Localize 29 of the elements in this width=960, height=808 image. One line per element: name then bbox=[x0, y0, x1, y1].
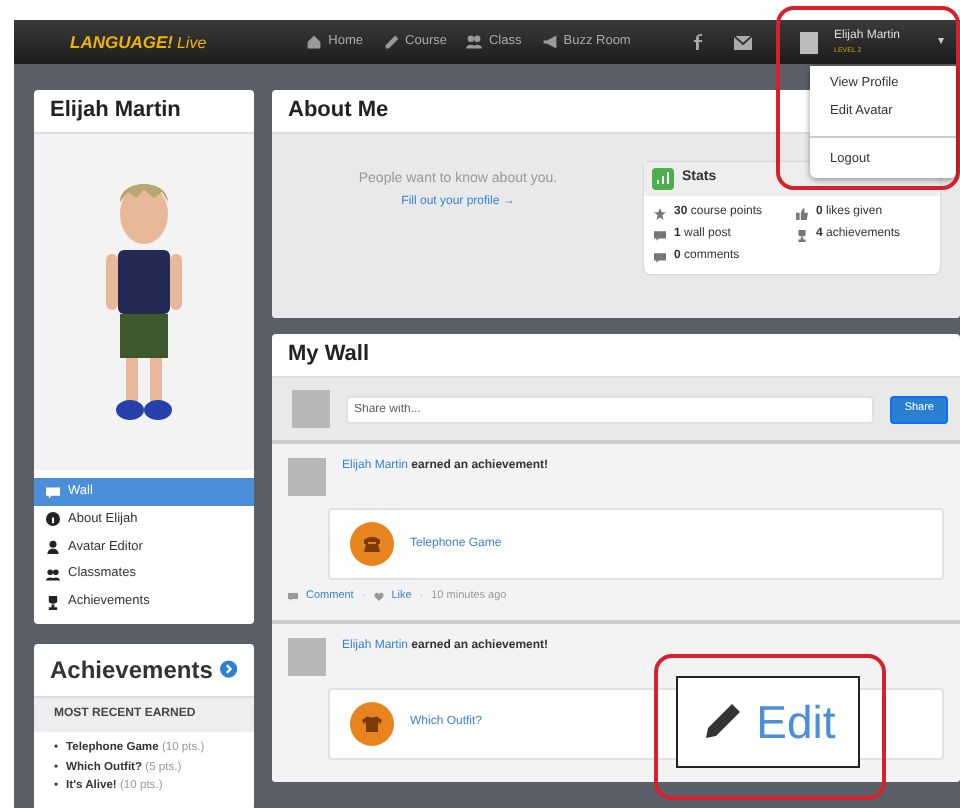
people-icon bbox=[466, 34, 483, 50]
thumbs-up-icon bbox=[796, 207, 808, 220]
avatar-thumbnail bbox=[288, 458, 326, 497]
card-title: Achievements bbox=[50, 653, 213, 688]
megaphone-icon bbox=[541, 34, 558, 50]
bar-chart-icon bbox=[652, 168, 674, 191]
person-icon bbox=[46, 540, 60, 555]
edit-callout[interactable]: Edit bbox=[676, 676, 860, 768]
avatar-thumbnail bbox=[292, 390, 330, 429]
arrow-icon[interactable] bbox=[220, 660, 238, 679]
shirt-icon bbox=[362, 713, 382, 734]
star-icon bbox=[654, 207, 666, 220]
heart-icon bbox=[373, 592, 384, 602]
people-icon bbox=[46, 567, 60, 582]
telephone-icon bbox=[362, 534, 382, 555]
trophy-icon bbox=[46, 595, 60, 610]
edit-label: Edit bbox=[756, 693, 836, 752]
pencil-icon bbox=[383, 34, 400, 50]
info-icon bbox=[46, 512, 60, 527]
facebook-icon[interactable] bbox=[694, 34, 702, 50]
brand-logo[interactable]: LANGUAGE! Live bbox=[70, 29, 207, 55]
avatar-thumbnail[interactable] bbox=[800, 31, 818, 53]
mail-icon[interactable] bbox=[734, 35, 752, 49]
speech-bubble-icon bbox=[46, 485, 60, 500]
house-icon bbox=[306, 34, 323, 50]
avatar-thumbnail bbox=[288, 637, 326, 676]
speech-bubble-icon bbox=[288, 592, 298, 602]
trophy-icon bbox=[796, 229, 808, 242]
pencil-icon bbox=[700, 700, 745, 744]
